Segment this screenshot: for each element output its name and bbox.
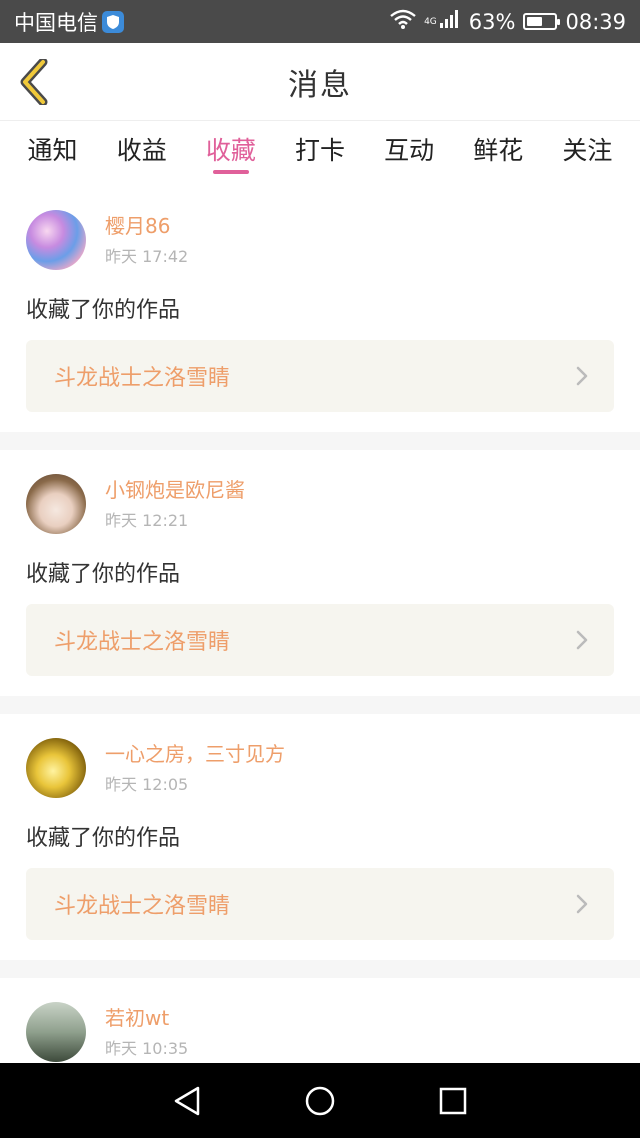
nav-recent-button[interactable] (423, 1071, 483, 1131)
user-meta: 小钢炮是欧尼酱 昨天 12:21 (105, 477, 245, 531)
user-meta: 一心之房，三寸见方 昨天 12:05 (105, 741, 285, 795)
nav-back-button[interactable] (157, 1071, 217, 1131)
work-link[interactable]: 斗龙战士之洛雪睛 (26, 340, 614, 412)
work-link[interactable]: 斗龙战士之洛雪睛 (26, 604, 614, 676)
work-title: 斗龙战士之洛雪睛 (54, 366, 231, 391)
user-meta: 若初wt 昨天 10:35 (105, 1005, 188, 1059)
chevron-right-icon (576, 630, 588, 650)
timestamp: 昨天 12:21 (105, 511, 189, 530)
tab-follow[interactable]: 关注 (547, 122, 627, 176)
triangle-back-icon (174, 1086, 199, 1115)
username[interactable]: 一心之房，三寸见方 (105, 741, 285, 767)
carrier-label: 中国电信 (14, 10, 98, 35)
tab-interaction[interactable]: 互动 (369, 122, 449, 176)
timestamp: 昨天 17:42 (105, 247, 189, 266)
avatar[interactable] (26, 1002, 86, 1062)
clock: 08:39 (565, 9, 626, 34)
message-header: 一心之房，三寸见方 昨天 12:05 (26, 738, 614, 798)
battery-percent: 63% (468, 9, 516, 34)
battery-icon (523, 13, 561, 30)
header: 消息 (0, 43, 640, 121)
status-left: 中国电信 (14, 7, 124, 37)
tab-flowers[interactable]: 鲜花 (458, 122, 538, 176)
tab-bar: 通知 收益 收藏 打卡 互动 鲜花 关注 (0, 122, 640, 182)
avatar[interactable] (26, 738, 86, 798)
tab-checkin[interactable]: 打卡 (280, 122, 360, 176)
signal-icon (439, 9, 461, 34)
avatar[interactable] (26, 210, 86, 270)
message-card: 若初wt 昨天 10:35 (0, 978, 640, 1063)
system-nav-bar (0, 1063, 640, 1138)
page-title: 消息 (288, 67, 352, 103)
nav-home-button[interactable] (290, 1071, 350, 1131)
action-text: 收藏了你的作品 (26, 826, 181, 851)
message-card: 一心之房，三寸见方 昨天 12:05 收藏了你的作品 斗龙战士之洛雪睛 (0, 714, 640, 960)
tab-earnings[interactable]: 收益 (102, 122, 182, 176)
square-recent-icon (440, 1087, 467, 1114)
status-bar: 中国电信 4G 63% 08:39 (0, 0, 640, 43)
user-meta: 樱月86 昨天 17:42 (105, 213, 188, 267)
battery-fill (527, 17, 543, 26)
action-text: 收藏了你的作品 (26, 562, 181, 587)
message-card: 樱月86 昨天 17:42 收藏了你的作品 斗龙战士之洛雪睛 (0, 186, 640, 432)
shield-icon (102, 10, 124, 33)
tab-favorites[interactable]: 收藏 (191, 122, 271, 176)
work-title: 斗龙战士之洛雪睛 (54, 630, 231, 655)
work-link[interactable]: 斗龙战士之洛雪睛 (26, 868, 614, 940)
status-right: 4G 63% 08:39 (390, 9, 626, 34)
message-list[interactable]: 樱月86 昨天 17:42 收藏了你的作品 斗龙战士之洛雪睛 小钢炮是欧尼酱 昨… (0, 186, 640, 1063)
message-card: 小钢炮是欧尼酱 昨天 12:21 收藏了你的作品 斗龙战士之洛雪睛 (0, 450, 640, 696)
wifi-icon (390, 9, 416, 34)
circle-home-icon (305, 1086, 335, 1115)
message-header: 若初wt 昨天 10:35 (26, 1002, 614, 1062)
message-header: 小钢炮是欧尼酱 昨天 12:21 (26, 474, 614, 534)
avatar[interactable] (26, 474, 86, 534)
back-button[interactable] (14, 57, 54, 107)
chevron-right-icon (576, 366, 588, 386)
username[interactable]: 小钢炮是欧尼酱 (105, 477, 245, 503)
username[interactable]: 樱月86 (105, 213, 188, 239)
tab-notify[interactable]: 通知 (13, 122, 93, 176)
action-text: 收藏了你的作品 (26, 298, 181, 323)
chevron-left-icon (20, 59, 48, 105)
username[interactable]: 若初wt (105, 1005, 188, 1031)
work-title: 斗龙战士之洛雪睛 (54, 894, 231, 919)
message-header: 樱月86 昨天 17:42 (26, 210, 614, 270)
network-type-label: 4G (424, 17, 437, 27)
timestamp: 昨天 10:35 (105, 1039, 189, 1058)
chevron-right-icon (576, 894, 588, 914)
timestamp: 昨天 12:05 (105, 775, 189, 794)
